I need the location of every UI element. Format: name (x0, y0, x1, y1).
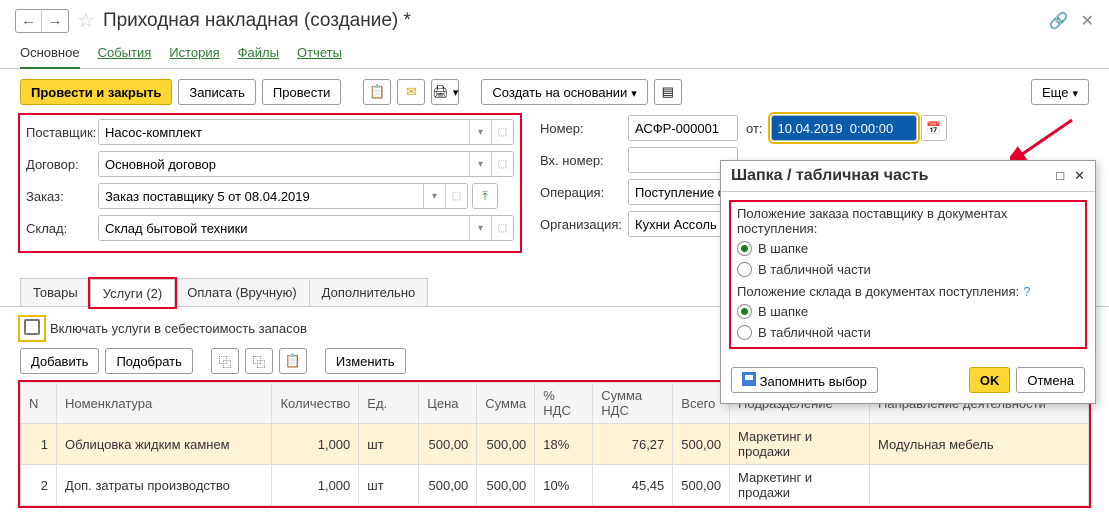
operation-label: Операция: (540, 185, 628, 200)
number-label: Номер: (540, 121, 628, 136)
close-icon[interactable]: ✕ (1081, 11, 1094, 31)
contract-label: Договор: (26, 157, 98, 172)
warehouse-label: Склад: (26, 221, 98, 236)
tab-files[interactable]: Файлы (238, 45, 279, 60)
maximize-icon[interactable]: □ (1056, 168, 1064, 184)
remember-button[interactable]: Запомнить выбор (731, 367, 878, 393)
post-button[interactable]: Провести (262, 79, 342, 105)
warehouse-input[interactable]: ▾ ⬚ (98, 215, 514, 241)
include-cost-label: Включать услуги в себестоимость запасов (50, 321, 307, 336)
order-label: Заказ: (26, 189, 98, 204)
tab-reports[interactable]: Отчеты (297, 45, 342, 60)
include-cost-checkbox[interactable] (24, 319, 40, 335)
header-table-popup: Шапка / табличная часть □ ✕ Положение за… (720, 160, 1096, 404)
add-row-button[interactable]: Добавить (20, 348, 99, 374)
open-icon[interactable]: ⬚ (491, 152, 513, 176)
print-icon[interactable]: 🖨▾ (431, 79, 459, 105)
wh-in-table-radio[interactable] (737, 325, 752, 340)
ok-button[interactable]: OK (969, 367, 1011, 393)
org-label: Организация: (540, 217, 628, 232)
subtab-extra[interactable]: Дополнительно (309, 278, 429, 306)
help-icon[interactable]: ? (1023, 284, 1030, 299)
create-based-button[interactable]: Создать на основании▾ (481, 79, 647, 105)
save-icon (742, 372, 756, 386)
select-rows-button[interactable]: Подобрать (105, 348, 192, 374)
edit-row-button[interactable]: Изменить (325, 348, 406, 374)
order-in-header-radio[interactable] (737, 241, 752, 256)
mail-icon[interactable]: ✉ (397, 79, 425, 105)
save-button[interactable]: Записать (178, 79, 256, 105)
tab-main[interactable]: Основное (20, 45, 80, 69)
open-icon[interactable]: ⬚ (491, 216, 513, 240)
clipboard-icon[interactable]: 📋 (279, 348, 307, 374)
subtab-payment[interactable]: Оплата (Вручную) (174, 278, 309, 306)
number-input[interactable] (628, 115, 738, 141)
date-input[interactable] (771, 115, 917, 141)
page-title: Приходная накладная (создание) * (103, 10, 411, 32)
popup-title: Шапка / табличная часть (731, 167, 929, 185)
tab-history[interactable]: История (169, 45, 219, 60)
open-icon[interactable]: ⬚ (445, 184, 467, 208)
dropdown-icon[interactable]: ▾ (469, 152, 491, 176)
table-row[interactable]: 2Доп. затраты производство1,000шт500,005… (21, 465, 1089, 506)
order-in-table-radio[interactable] (737, 262, 752, 277)
link-icon[interactable]: 🔗 (1049, 11, 1069, 31)
contract-input[interactable]: ▾ ⬚ (98, 151, 514, 177)
paste-icon[interactable]: 📋 (363, 79, 391, 105)
dropdown-icon[interactable]: ▾ (423, 184, 445, 208)
dropdown-icon[interactable]: ▾ (469, 216, 491, 240)
fill-icon[interactable]: ⤒ (472, 183, 498, 209)
tab-events[interactable]: События (98, 45, 152, 60)
from-label: от: (746, 121, 763, 136)
annotation-arrow (1010, 115, 1080, 165)
close-popup-icon[interactable]: ✕ (1074, 168, 1085, 184)
forward-button[interactable]: → (42, 10, 68, 32)
back-button[interactable]: ← (16, 10, 42, 32)
favorite-icon[interactable]: ☆ (77, 8, 95, 33)
cancel-button[interactable]: Отмена (1016, 367, 1085, 393)
report-icon[interactable]: ▤ (654, 79, 682, 105)
supplier-label: Поставщик: (26, 125, 98, 140)
supplier-input[interactable]: ▾ ⬚ (98, 119, 514, 145)
order-position-label: Положение заказа поставщику в документах… (737, 206, 1079, 236)
subtab-services[interactable]: Услуги (2) (90, 279, 175, 307)
more-button[interactable]: Еще▾ (1031, 79, 1089, 105)
open-icon[interactable]: ⬚ (491, 120, 513, 144)
copy-icon[interactable]: ⿻ (211, 348, 239, 374)
extnum-label: Вх. номер: (540, 153, 628, 168)
calendar-icon[interactable]: 📅 (921, 115, 947, 141)
subtab-goods[interactable]: Товары (20, 278, 91, 306)
table-row[interactable]: 1Облицовка жидким камнем1,000шт500,00500… (21, 424, 1089, 465)
paste-rows-icon[interactable]: ⿻ (245, 348, 273, 374)
wh-in-header-radio[interactable] (737, 304, 752, 319)
order-input[interactable]: ▾ ⬚ (98, 183, 468, 209)
dropdown-icon[interactable]: ▾ (469, 120, 491, 144)
wh-position-label: Положение склада в документах поступлени… (737, 284, 1019, 299)
post-close-button[interactable]: Провести и закрыть (20, 79, 172, 105)
